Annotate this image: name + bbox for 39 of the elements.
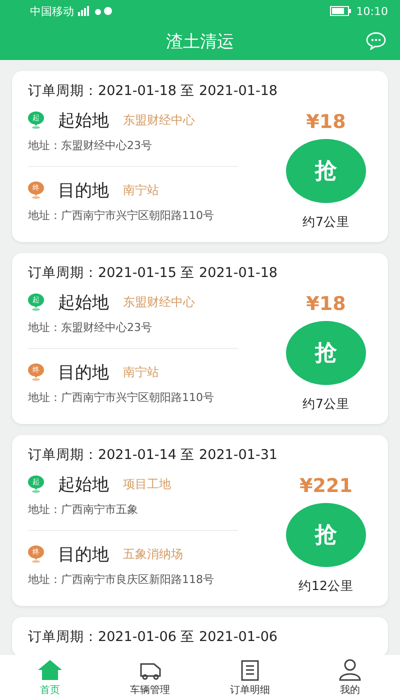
place-name: 五象消纳场 [123, 546, 183, 562]
address-text: 地址：东盟财经中心23号 [28, 320, 153, 335]
nav-tab[interactable]: 车辆管理 [100, 655, 200, 700]
price-text: ¥221 [300, 475, 352, 497]
nav-tab[interactable]: 订单明细 [200, 655, 300, 700]
nav-tab[interactable]: 我的 [300, 655, 400, 700]
price-text: ¥18 [306, 111, 346, 133]
location-type: 起始地 [58, 474, 109, 496]
address-text: 地址：广西南宁市良庆区新阳路118号 [28, 572, 215, 587]
page-title: 渣土清运 [166, 30, 234, 52]
address-text: 地址：广西南宁市兴宁区朝阳路110号 [28, 390, 215, 405]
place-name: 南宁站 [123, 182, 159, 198]
order-period: 订单周期：2021-01-14 至 2021-01-31 [28, 446, 278, 464]
battery-icon [330, 6, 352, 16]
user-icon [337, 658, 363, 680]
carrier-name: 中国移动 [30, 4, 74, 18]
address-text: 地址：广西南宁市五象 [28, 502, 139, 517]
location-type: 目的地 [58, 362, 109, 384]
place-name: 南宁站 [123, 364, 159, 380]
address-text: 地址：东盟财经中心23号 [28, 138, 153, 153]
location-type: 目的地 [58, 180, 109, 202]
chat-icon[interactable] [366, 32, 386, 50]
distance-text: 约12公里 [298, 578, 354, 595]
distance-text: 约7公里 [302, 396, 350, 413]
order-period: 订单周期：2021-01-18 至 2021-01-18 [28, 82, 278, 100]
place-name: 东盟财经中心 [123, 112, 195, 128]
location-type: 目的地 [58, 544, 109, 566]
order-card[interactable]: 订单周期：2021-01-06 至 2021-01-06 [12, 617, 388, 655]
location-type: 起始地 [58, 110, 109, 132]
price-text: ¥18 [306, 293, 346, 315]
address-text: 地址：广西南宁市兴宁区朝阳路110号 [28, 208, 215, 223]
place-name: 东盟财经中心 [123, 294, 195, 310]
home-icon [37, 658, 63, 680]
distance-text: 约7公里 [302, 214, 350, 231]
order-period: 订单周期：2021-01-06 至 2021-01-06 [28, 628, 278, 646]
location-type: 起始地 [58, 292, 109, 314]
clock-time: 10:10 [356, 4, 388, 18]
order-period: 订单周期：2021-01-15 至 2021-01-18 [28, 264, 278, 282]
place-name: 项目工地 [123, 476, 171, 492]
